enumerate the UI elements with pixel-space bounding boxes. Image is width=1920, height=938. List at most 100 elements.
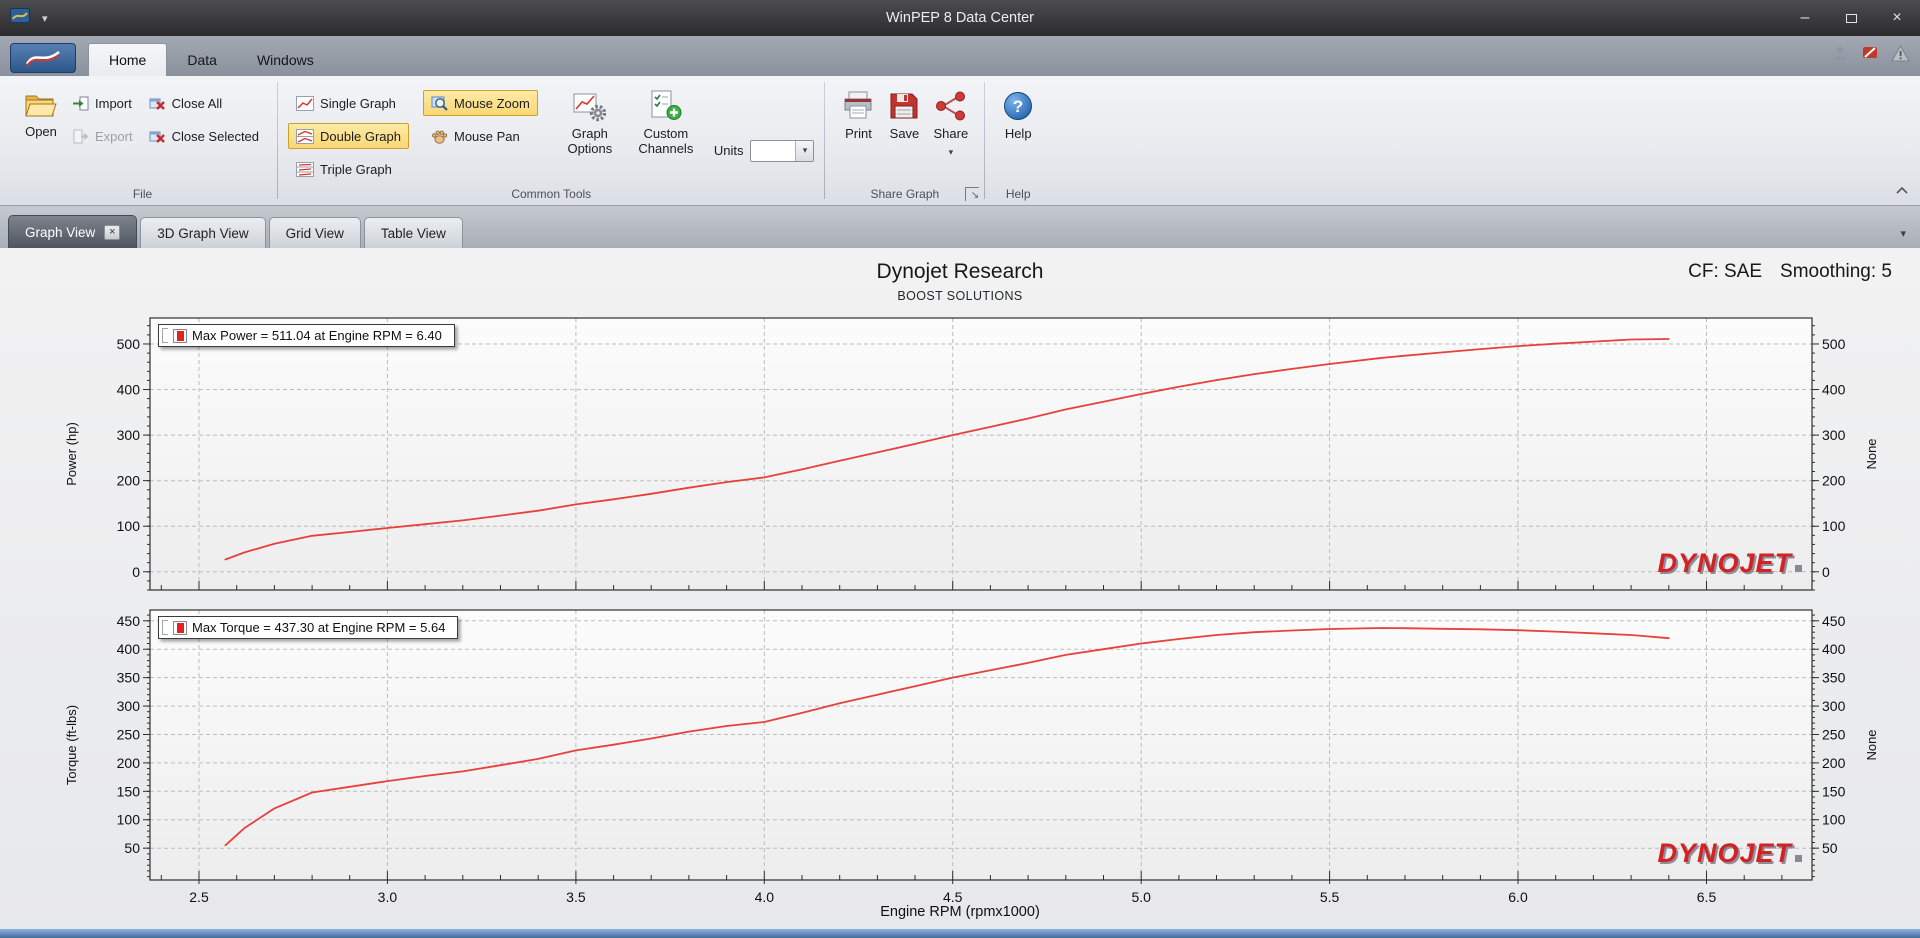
minimize-button[interactable]: – bbox=[1782, 0, 1828, 36]
correction-factor-label: CF: SAE Smoothing: 5 bbox=[1688, 261, 1892, 282]
share-dialog-launcher-icon[interactable]: ↘ bbox=[965, 187, 980, 201]
svg-text:500: 500 bbox=[1822, 336, 1846, 352]
common-tools-group: Single Graph Double Graph Triple Graph M… bbox=[278, 76, 824, 205]
file-group-label: File bbox=[132, 187, 153, 201]
graph-view-panel: Dynojet Research BOOST SOLUTIONS CF: SAE… bbox=[0, 248, 1920, 938]
dynojet-watermark: DYNOJET bbox=[1657, 838, 1802, 869]
tab-overflow-arrow-icon[interactable]: ▾ bbox=[1894, 227, 1912, 248]
double-graph-icon bbox=[296, 128, 315, 144]
single-graph-icon bbox=[296, 95, 315, 111]
svg-text:100: 100 bbox=[1822, 812, 1846, 828]
units-dropdown-arrow-icon[interactable]: ▾ bbox=[795, 140, 814, 161]
save-button[interactable]: Save bbox=[881, 82, 927, 183]
tab-3d-graph-view[interactable]: 3D Graph View bbox=[140, 217, 266, 248]
units-value bbox=[751, 141, 795, 161]
svg-text:0: 0 bbox=[1822, 564, 1830, 580]
svg-text:100: 100 bbox=[117, 812, 141, 828]
x-axis-title: Engine RPM (rpmx1000) bbox=[880, 904, 1040, 920]
winpep-logo-icon bbox=[25, 50, 60, 67]
svg-text:400: 400 bbox=[1822, 641, 1846, 657]
ribbon-tab-home[interactable]: Home bbox=[88, 43, 168, 76]
legend-handle-icon[interactable] bbox=[162, 328, 168, 343]
svg-text:0: 0 bbox=[132, 564, 140, 580]
custom-channels-button[interactable]: Custom Channels bbox=[628, 82, 704, 183]
save-icon bbox=[890, 93, 918, 119]
maximize-icon bbox=[1845, 13, 1857, 23]
feedback-icon[interactable] bbox=[1861, 44, 1879, 67]
svg-text:6.0: 6.0 bbox=[1508, 889, 1528, 905]
tab-table-view[interactable]: Table View bbox=[363, 217, 463, 248]
titlebar: ▾ WinPEP 8 Data Center – × bbox=[0, 0, 1920, 36]
open-button[interactable]: Open bbox=[18, 82, 64, 183]
svg-text:100: 100 bbox=[1822, 518, 1846, 534]
svg-text:200: 200 bbox=[117, 755, 141, 771]
svg-text:5.5: 5.5 bbox=[1320, 889, 1340, 905]
share-dropdown-arrow-icon[interactable]: ▾ bbox=[949, 147, 954, 157]
common-tools-group-label: Common Tools bbox=[511, 187, 592, 201]
graph-facility-title: Dynojet Research bbox=[876, 260, 1044, 283]
svg-text:300: 300 bbox=[1822, 698, 1846, 714]
print-button[interactable]: Print bbox=[835, 82, 881, 183]
export-icon bbox=[73, 129, 89, 143]
share-graph-group-label: Share Graph bbox=[870, 187, 940, 201]
user-icon[interactable] bbox=[1831, 44, 1849, 67]
mouse-pan-button[interactable]: Mouse Pan bbox=[423, 123, 538, 149]
svg-text:?: ? bbox=[1013, 97, 1023, 116]
close-all-button[interactable]: Close All bbox=[141, 90, 267, 116]
svg-text:400: 400 bbox=[1822, 382, 1846, 398]
ribbon-tab-windows[interactable]: Windows bbox=[237, 44, 334, 76]
app-menu-button[interactable] bbox=[10, 43, 76, 73]
warning-icon[interactable] bbox=[1891, 44, 1910, 67]
mouse-pan-icon bbox=[431, 130, 448, 144]
help-group: ? Help Help bbox=[985, 76, 1051, 205]
svg-text:300: 300 bbox=[117, 427, 141, 443]
graph-options-button[interactable]: Graph Options bbox=[552, 82, 628, 183]
svg-text:200: 200 bbox=[1822, 755, 1846, 771]
share-graph-group: Print Save Share ▾ Share Graph ↘ bbox=[825, 76, 984, 205]
export-button: Export bbox=[64, 123, 141, 149]
torque-chart-plot[interactable]: 50 50 100 100 150 150 200 200 250 250 300 300 350 350… bbox=[0, 608, 1920, 908]
window-bottom-border bbox=[0, 929, 1920, 938]
ribbon: Open Import Export Close All Close Selec… bbox=[0, 76, 1920, 206]
open-folder-icon bbox=[25, 95, 57, 117]
svg-text:250: 250 bbox=[117, 727, 141, 743]
legend-handle-icon[interactable] bbox=[162, 620, 168, 635]
ribbon-tab-strip: Home Data Windows bbox=[0, 36, 1920, 76]
tab-graph-view[interactable]: Graph View × bbox=[8, 215, 138, 248]
close-all-icon bbox=[149, 98, 165, 110]
quick-access-arrow-icon[interactable]: ▾ bbox=[42, 12, 48, 25]
ribbon-collapse-button[interactable] bbox=[1896, 181, 1908, 199]
power-series-color-chip[interactable] bbox=[173, 328, 187, 343]
torque-legend[interactable]: Max Torque = 437.30 at Engine RPM = 5.64 bbox=[158, 616, 459, 639]
triple-graph-button[interactable]: Triple Graph bbox=[288, 156, 409, 182]
maximize-button[interactable] bbox=[1828, 0, 1874, 36]
help-button[interactable]: ? Help bbox=[995, 82, 1041, 183]
dynojet-watermark: DYNOJET bbox=[1657, 548, 1802, 579]
power-legend[interactable]: Max Power = 511.04 at Engine RPM = 6.40 bbox=[158, 324, 455, 347]
svg-text:4.5: 4.5 bbox=[943, 889, 963, 905]
single-graph-button[interactable]: Single Graph bbox=[288, 90, 409, 116]
graph-options-icon bbox=[573, 93, 607, 122]
close-button[interactable]: × bbox=[1874, 0, 1920, 36]
torque-series-color-chip[interactable] bbox=[173, 620, 187, 635]
svg-text:300: 300 bbox=[1822, 427, 1846, 443]
share-button[interactable]: Share ▾ bbox=[927, 82, 974, 183]
svg-text:6.5: 6.5 bbox=[1697, 889, 1717, 905]
svg-text:50: 50 bbox=[124, 840, 140, 856]
ribbon-tab-data[interactable]: Data bbox=[167, 44, 237, 76]
app-icon bbox=[10, 8, 30, 28]
svg-text:3.0: 3.0 bbox=[378, 889, 398, 905]
tab-grid-view[interactable]: Grid View bbox=[268, 217, 361, 248]
svg-text:200: 200 bbox=[117, 473, 141, 489]
close-selected-button[interactable]: Close Selected bbox=[141, 123, 267, 149]
share-icon bbox=[935, 91, 965, 121]
import-button[interactable]: Import bbox=[64, 90, 141, 116]
power-chart-plot[interactable]: 0 0 100 100 200 200 300 300 400 400 500 500 Power (h… bbox=[0, 314, 1920, 596]
winpep-window: ▾ WinPEP 8 Data Center – × Home Data Win… bbox=[0, 0, 1920, 938]
open-label: Open bbox=[25, 124, 57, 139]
double-graph-button[interactable]: Double Graph bbox=[288, 123, 409, 149]
units-label: Units bbox=[713, 143, 744, 158]
units-dropdown[interactable]: ▾ bbox=[750, 139, 815, 162]
close-tab-icon[interactable]: × bbox=[104, 224, 121, 240]
mouse-zoom-button[interactable]: Mouse Zoom bbox=[422, 90, 538, 116]
